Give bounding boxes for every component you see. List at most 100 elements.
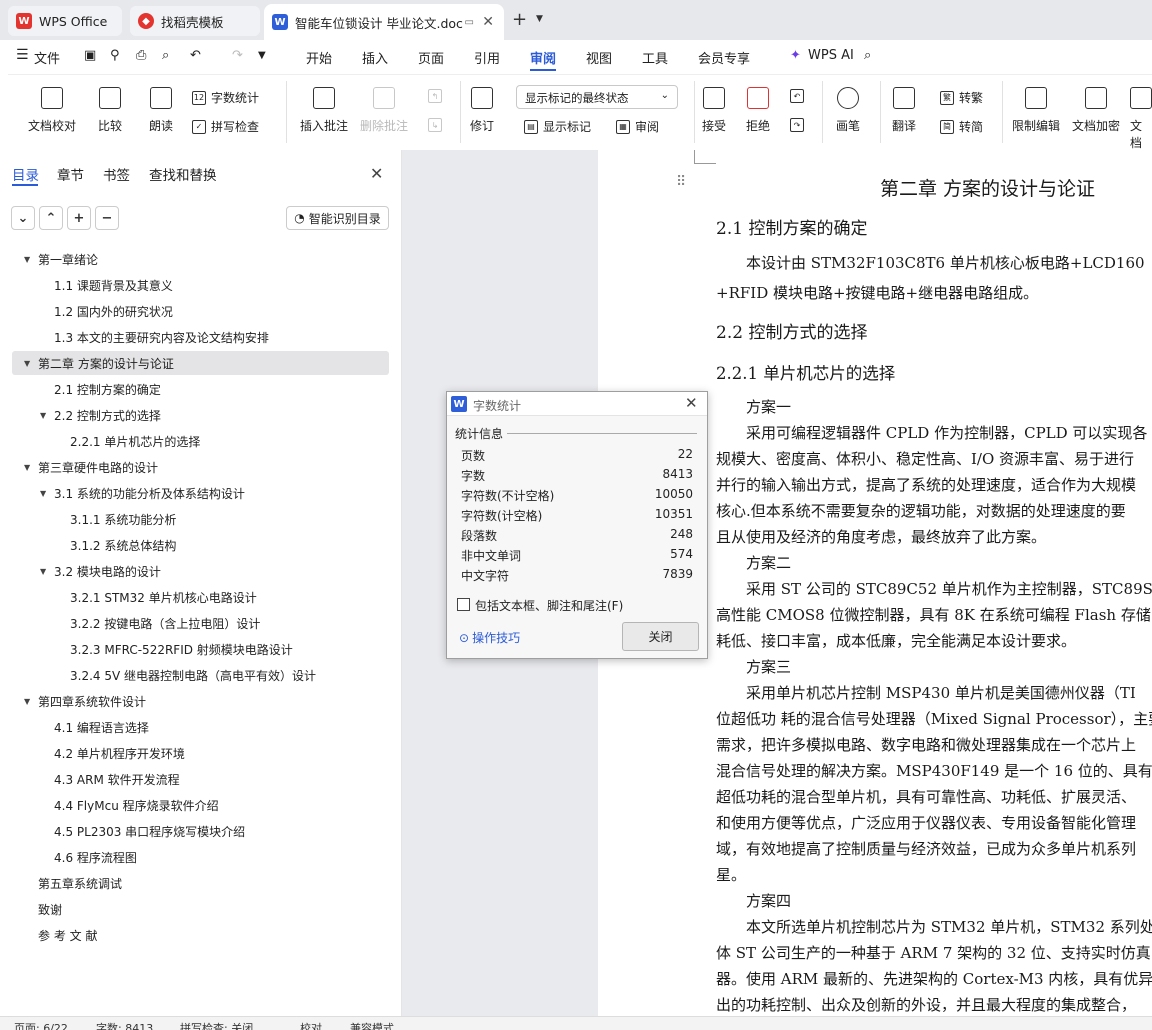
show-markup-button[interactable]: ▤ 显示标记: [524, 118, 591, 135]
toc-item[interactable]: 3.2.4 5V 继电器控制电路（高电平有效）设计: [70, 664, 316, 686]
toc-item[interactable]: 4.2 单片机程序开发环境: [54, 742, 185, 764]
expand-arrow-icon[interactable]: ▼: [40, 411, 46, 420]
toc-item[interactable]: 3.1.2 系统总体结构: [70, 534, 176, 556]
markup-state-select[interactable]: 显示标记的最终状态 ⌄: [516, 85, 678, 109]
translate-button[interactable]: 翻译: [892, 87, 916, 134]
menu-file[interactable]: 文件: [34, 48, 60, 67]
menu-start[interactable]: 开始: [306, 48, 332, 67]
word-count-indicator[interactable]: 字数: 8413: [96, 1020, 153, 1030]
remove-heading-button[interactable]: −: [95, 206, 119, 230]
expand-arrow-icon[interactable]: ▼: [24, 359, 30, 368]
collapse-all-button[interactable]: ⌄: [11, 206, 35, 230]
drag-handle-icon[interactable]: ⠿: [676, 174, 686, 190]
save-icon[interactable]: ▣: [84, 48, 96, 63]
menu-wps-ai[interactable]: WPS AI: [808, 48, 854, 63]
include-textbox-label[interactable]: 包括文本框、脚注和尾注(F): [475, 597, 623, 614]
toc-item[interactable]: 致谢: [38, 898, 62, 920]
compare-button[interactable]: 比较: [98, 87, 122, 134]
menu-view[interactable]: 视图: [586, 48, 612, 67]
tab-find-replace[interactable]: 查找和替换: [149, 164, 217, 184]
doc-proof-button[interactable]: 文档校对: [28, 87, 76, 134]
new-tab-icon[interactable]: +: [512, 9, 527, 30]
tab-document[interactable]: W 智能车位锁设计 毕业论文.doc ▭ ✕: [264, 4, 504, 40]
toc-item[interactable]: 4.1 编程语言选择: [54, 716, 149, 738]
spell-check-status[interactable]: 拼写检查: 关闭: [180, 1020, 253, 1030]
toc-item[interactable]: 3.2.2 按键电路（含上拉电阻）设计: [70, 612, 260, 634]
tab-wps-office[interactable]: W WPS Office: [8, 6, 122, 36]
accept-button[interactable]: 接受: [702, 87, 726, 134]
close-pane-icon[interactable]: ✕: [370, 164, 383, 183]
search-icon[interactable]: ⌕: [864, 48, 871, 63]
more-chevron-icon[interactable]: ▼: [258, 50, 266, 61]
page-indicator[interactable]: 页面: 6/22: [14, 1020, 68, 1030]
undo-icon[interactable]: ↶: [190, 48, 201, 63]
prev-comment-button[interactable]: ↰: [428, 89, 447, 103]
to-simplified-button[interactable]: 简 转简: [940, 118, 983, 135]
toc-item[interactable]: 4.5 PL2303 串口程序烧写模块介绍: [54, 820, 245, 842]
toc-item[interactable]: 3.2.1 STM32 单片机核心电路设计: [70, 586, 257, 608]
wps-ai-icon[interactable]: ✦: [790, 48, 801, 63]
word-count-button[interactable]: 12 字数统计: [192, 89, 259, 106]
document-body[interactable]: 第二章 方案的设计与论证 2.1 控制方案的确定 本设计由 STM32F103C8…: [716, 150, 1152, 1016]
expand-arrow-icon[interactable]: ▼: [24, 255, 30, 264]
share-icon[interactable]: ⚲: [110, 48, 120, 63]
expand-up-button[interactable]: ⌃: [39, 206, 63, 230]
menu-review[interactable]: 审阅: [530, 48, 556, 67]
toc-item[interactable]: 1.3 本文的主要研究内容及论文结构安排: [54, 326, 269, 348]
toc-item[interactable]: 4.3 ARM 软件开发流程: [54, 768, 180, 790]
toc-item[interactable]: ▼ 第一章绪论: [24, 248, 98, 270]
restrict-edit-button[interactable]: 限制编辑: [1012, 87, 1060, 134]
dialog-close-icon[interactable]: ✕: [685, 394, 698, 412]
spell-check-button[interactable]: ✓ 拼写检查: [192, 118, 259, 135]
read-aloud-button[interactable]: 朗读: [149, 87, 173, 134]
dialog-close-button[interactable]: 关闭: [622, 622, 699, 651]
tips-link[interactable]: ⊙ 操作技巧: [459, 629, 520, 646]
redo-icon[interactable]: ↷: [232, 48, 243, 63]
tab-sections[interactable]: 章节: [57, 164, 84, 184]
prev-change-button[interactable]: ↶: [790, 89, 809, 103]
toc-item[interactable]: ▼ 第二章 方案的设计与论证: [24, 352, 174, 374]
doc-encrypt-button[interactable]: 文档加密: [1072, 87, 1120, 134]
toc-item[interactable]: ▼ 第四章系统软件设计: [24, 690, 146, 712]
proof-status[interactable]: 校对: [300, 1020, 322, 1030]
toc-item[interactable]: 1.1 课题背景及其意义: [54, 274, 173, 296]
toc-item[interactable]: 3.1.1 系统功能分析: [70, 508, 176, 530]
toc-item[interactable]: 第五章系统调试: [38, 872, 122, 894]
toc-item[interactable]: 2.2.1 单片机芯片的选择: [70, 430, 200, 452]
tab-toc[interactable]: 目录: [12, 164, 39, 184]
window-icon[interactable]: ▭: [465, 17, 474, 28]
toc-item[interactable]: ▼ 2.2 控制方式的选择: [40, 404, 161, 426]
menu-insert[interactable]: 插入: [362, 48, 388, 67]
tab-bookmarks[interactable]: 书签: [103, 164, 130, 184]
expand-arrow-icon[interactable]: ▼: [40, 489, 46, 498]
toc-item[interactable]: 1.2 国内外的研究状况: [54, 300, 173, 322]
next-change-button[interactable]: ↷: [790, 118, 809, 132]
revise-button[interactable]: 修订: [470, 87, 494, 134]
toc-item[interactable]: 参 考 文 献: [38, 924, 97, 946]
toc-item[interactable]: 4.4 FlyMcu 程序烧录软件介绍: [54, 794, 219, 816]
expand-arrow-icon[interactable]: ▼: [24, 697, 30, 706]
toc-item[interactable]: 2.1 控制方案的确定: [54, 378, 161, 400]
to-traditional-button[interactable]: 繁 转繁: [940, 89, 983, 106]
menu-page[interactable]: 页面: [418, 48, 444, 67]
delete-comment-button[interactable]: 删除批注: [360, 87, 408, 134]
toc-item[interactable]: ▼ 3.1 系统的功能分析及体系结构设计: [40, 482, 245, 504]
insert-comment-button[interactable]: 插入批注: [300, 87, 348, 134]
print-preview-icon[interactable]: ⌕: [162, 48, 169, 63]
toc-item[interactable]: ▼ 第三章硬件电路的设计: [24, 456, 158, 478]
menu-tools[interactable]: 工具: [642, 48, 668, 67]
close-tab-icon[interactable]: ✕: [482, 14, 494, 30]
toc-item[interactable]: 3.2.3 MFRC-522RFID 射频模块电路设计: [70, 638, 293, 660]
add-heading-button[interactable]: +: [67, 206, 91, 230]
smart-toc-button[interactable]: ◔ 智能识别目录: [286, 206, 389, 230]
print-icon[interactable]: ⎙: [136, 48, 146, 63]
menu-reference[interactable]: 引用: [474, 48, 500, 67]
expand-arrow-icon[interactable]: ▼: [40, 567, 46, 576]
doc-permission-button[interactable]: 文档: [1130, 87, 1152, 151]
toc-item[interactable]: 4.6 程序流程图: [54, 846, 137, 868]
reject-button[interactable]: 拒绝: [746, 87, 770, 134]
expand-arrow-icon[interactable]: ▼: [24, 463, 30, 472]
review-pane-button[interactable]: ▦ 审阅: [616, 118, 659, 135]
tab-template[interactable]: ◆ 找稻壳模板: [130, 6, 260, 36]
chevron-down-icon[interactable]: ▼: [536, 14, 543, 24]
